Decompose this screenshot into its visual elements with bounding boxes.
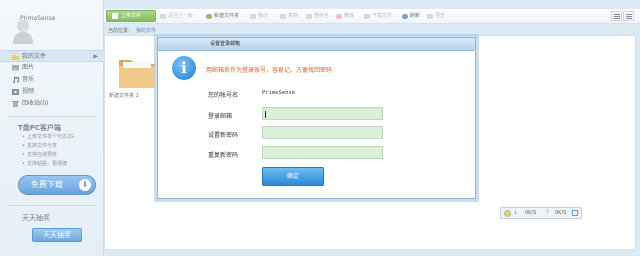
dialog-title: 设置登录邮箱 (158, 38, 475, 51)
password-label: 设置新密码 (208, 132, 239, 139)
email-field[interactable] (262, 107, 383, 120)
email-label: 登录邮箱 (208, 113, 233, 120)
account-value: PrimeSense (262, 90, 296, 96)
repeat-password-field[interactable] (262, 146, 383, 159)
email-setup-dialog: 设置登录邮箱 i 用邮箱名作为登录账号，容易记，方便找回密码 您的帐号名 Pri… (157, 37, 476, 199)
info-icon: i (172, 56, 196, 80)
repeat-password-label: 重复新密码 (208, 152, 239, 159)
dialog-notice: 用邮箱名作为登录账号，容易记，方便找回密码 (206, 67, 333, 74)
password-field[interactable] (262, 126, 383, 139)
account-label: 您的帐号名 (208, 92, 239, 99)
confirm-button[interactable]: 确定 (262, 167, 324, 186)
